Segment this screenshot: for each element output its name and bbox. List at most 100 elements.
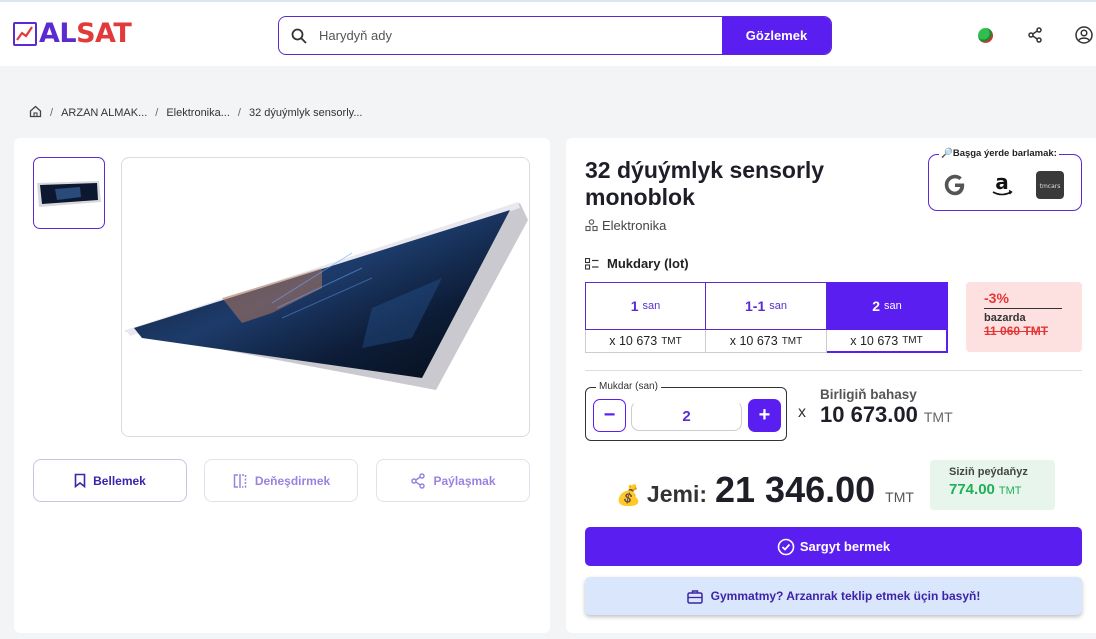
- tmcars-icon[interactable]: tmcars: [1035, 170, 1065, 200]
- breadcrumb-item[interactable]: ARZAN ALMAK...: [61, 107, 147, 119]
- category-label: Elektronika: [602, 218, 667, 233]
- lot-unit: san: [642, 300, 661, 312]
- bookmark-button[interactable]: Bellemek: [33, 459, 187, 502]
- quantity-input[interactable]: 2: [631, 401, 742, 431]
- share-label: Paýlaşmak: [433, 473, 496, 488]
- lot-option-price: x 10 673 TMT: [585, 330, 706, 353]
- market-label: bazarda: [984, 312, 1026, 324]
- lot-option-1[interactable]: 1 san x 10 673 TMT: [585, 282, 706, 353]
- breadcrumb-separator: /: [237, 107, 241, 119]
- user-icon[interactable]: [1075, 26, 1093, 44]
- lot-option-2[interactable]: 2 san x 10 673 TMT: [827, 282, 948, 353]
- lot-options: 1 san x 10 673 TMT 1-1 san x 10 673 TMT 2 san…: [585, 282, 948, 353]
- place-order-button[interactable]: Sargyt bermek: [585, 527, 1082, 566]
- product-category[interactable]: Elektronika: [585, 218, 666, 233]
- money-bag-icon: 💰: [616, 485, 641, 507]
- total-label: Jemi:: [646, 481, 707, 507]
- product-title: 32 dýuýmlyk sensorly monoblok: [585, 157, 825, 210]
- search-bar: Gözlemek: [278, 16, 832, 55]
- multiply-sign: x: [798, 404, 806, 421]
- stepper-label: Mukdar (san): [596, 381, 661, 392]
- lot-option-count: 2 san: [827, 282, 948, 330]
- briefcase-icon: [686, 589, 703, 604]
- lot-option-price: x 10 673 TMT: [706, 330, 827, 353]
- unit-price-value: 10 673.00: [820, 402, 918, 427]
- make-offer-button[interactable]: Gymmatmy? Arzanrak teklip etmek üçin bas…: [585, 577, 1082, 615]
- market-discount-badge: -3% bazarda 11 060 TMT: [966, 282, 1082, 352]
- lot-count: 1: [630, 298, 639, 314]
- share-icon[interactable]: [1026, 26, 1044, 44]
- decrement-button[interactable]: −: [593, 399, 626, 432]
- check-elsewhere-box: 🔎Başga ýerde barlamak: a tmcars: [928, 148, 1082, 211]
- unit-price-label: Birligiň bahasy: [820, 387, 917, 402]
- section-divider: [585, 370, 1082, 371]
- lot-price: x 10 673: [850, 333, 899, 348]
- breadcrumb-separator: /: [155, 107, 159, 119]
- site-logo[interactable]: ALSAT: [13, 18, 132, 49]
- lot-currency: TMT: [661, 335, 682, 347]
- search-input[interactable]: [319, 17, 722, 54]
- search-button[interactable]: Gözlemek: [722, 17, 831, 54]
- search-icon: [279, 17, 319, 54]
- quantity-stepper: Mukdar (san) − 2 +: [585, 381, 787, 441]
- savings-amount: 774.00 TMT: [949, 481, 1036, 498]
- lot-unit: san: [884, 300, 902, 312]
- discount-percent: -3%: [984, 290, 1009, 306]
- lot-price: x 10 673: [729, 334, 778, 348]
- compare-label: Deňeşdirmek: [254, 473, 331, 488]
- unit-price: 10 673.00 TMT: [820, 402, 953, 428]
- make-offer-label: Gymmatmy? Arzanrak teklip etmek üçin bas…: [710, 589, 981, 603]
- lot-currency: TMT: [902, 335, 923, 346]
- top-header: ALSAT Gözlemek: [0, 0, 1096, 66]
- place-order-label: Sargyt bermek: [799, 539, 891, 554]
- compare-button[interactable]: Deňeşdirmek: [204, 459, 358, 502]
- lot-count: 1-1: [745, 298, 766, 314]
- quantity-label: Mukdary (lot): [607, 256, 689, 271]
- share-product-button[interactable]: Paýlaşmak: [376, 459, 530, 502]
- savings-value: 774.00: [949, 481, 995, 498]
- breadcrumb-item[interactable]: Elektronika...: [166, 107, 230, 119]
- compare-icon: [233, 473, 247, 488]
- quantity-heading: Mukdary (lot): [585, 256, 689, 271]
- svg-text:a: a: [995, 171, 1009, 194]
- product-details: 32 dýuýmlyk sensorly monoblok Elektronik…: [566, 138, 1096, 633]
- google-icon[interactable]: [940, 170, 970, 200]
- check-circle-icon: [777, 538, 795, 555]
- logo-text: ALSAT: [39, 18, 132, 49]
- bookmark-icon: [74, 473, 86, 488]
- savings-badge: Siziň peýdaňyz 774.00 TMT: [930, 460, 1055, 510]
- amazon-icon[interactable]: a: [987, 170, 1017, 200]
- lot-currency: TMT: [781, 335, 803, 347]
- product-thumbnail[interactable]: [33, 157, 105, 229]
- lot-option-price: x 10 673 TMT: [827, 330, 948, 353]
- logo-text-sat: SAT: [76, 18, 132, 49]
- discount-divider: [984, 308, 1062, 309]
- total-value: 21 346.00: [715, 469, 876, 510]
- svg-text:tmcars: tmcars: [1040, 183, 1061, 190]
- total-price: 💰 Jemi: 21 346.00 TMT: [616, 469, 914, 511]
- breadcrumb-separator: /: [50, 107, 54, 119]
- lot-unit: san: [769, 300, 787, 312]
- home-icon[interactable]: [29, 105, 42, 121]
- breadcrumb-current: 32 dýuýmlyk sensorly...: [248, 107, 363, 119]
- increment-button[interactable]: +: [748, 399, 781, 432]
- logo-chart-icon: [13, 22, 37, 46]
- unit-price-currency: TMT: [923, 409, 953, 425]
- list-icon: [585, 257, 599, 270]
- lot-price: x 10 673: [609, 334, 658, 348]
- globe-icon[interactable]: [978, 28, 993, 43]
- lot-option-1-1[interactable]: 1-1 san x 10 673 TMT: [706, 282, 827, 353]
- product-gallery: Bellemek Deňeşdirmek Paýlaşmak: [14, 138, 550, 633]
- category-icon: [585, 219, 598, 232]
- product-main-image[interactable]: [121, 157, 530, 437]
- market-old-price: 11 060 TMT: [984, 324, 1049, 338]
- savings-label: Siziň peýdaňyz: [949, 466, 1028, 478]
- lot-count: 2: [872, 298, 881, 314]
- share-icon: [411, 472, 426, 489]
- total-currency: TMT: [885, 489, 914, 505]
- breadcrumb: / ARZAN ALMAK... / Elektronika... / 32 d…: [29, 105, 363, 121]
- bookmark-label: Bellemek: [93, 473, 146, 488]
- lot-option-count: 1-1 san: [706, 282, 827, 330]
- lot-option-count: 1 san: [585, 282, 706, 330]
- check-elsewhere-label: 🔎Başga ýerde barlamak:: [939, 148, 1059, 159]
